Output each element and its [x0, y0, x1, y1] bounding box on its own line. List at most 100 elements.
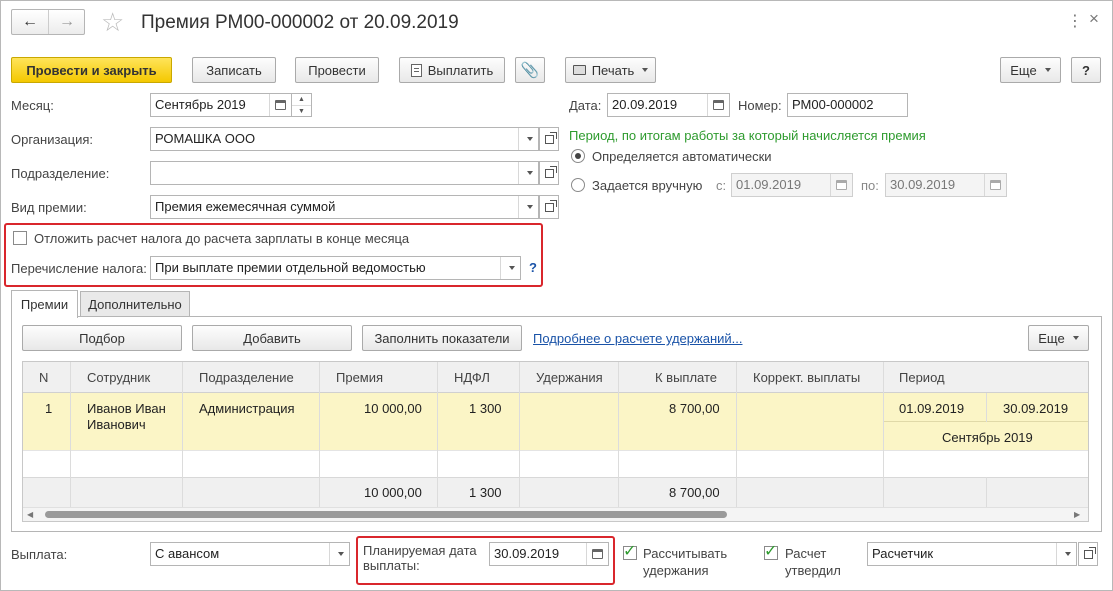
payment-field[interactable]: С авансом [150, 542, 350, 566]
pick-button[interactable]: Подбор [22, 325, 182, 351]
horizontal-scrollbar[interactable]: ◀ ▶ [23, 507, 1088, 521]
tax-help-link[interactable]: ? [529, 260, 537, 275]
month-stepper[interactable]: ▲ ▼ [291, 93, 312, 117]
col-header-to-pay[interactable]: К выплате [655, 370, 717, 385]
col-header-n[interactable]: N [39, 370, 48, 385]
pay-document-icon [410, 63, 422, 77]
period-to-field[interactable]: 30.09.2019 [885, 173, 1007, 197]
period-from-calendar-button[interactable] [830, 174, 852, 196]
department-open-button[interactable] [539, 161, 559, 185]
calc-approved-label-2: утвердил [785, 563, 841, 578]
period-from-field[interactable]: 01.09.2019 [731, 173, 853, 197]
print-button[interactable]: Печать [565, 57, 656, 83]
forward-arrow-icon[interactable]: → [49, 10, 85, 34]
checkmark-icon: ✓ [623, 543, 637, 560]
checkmark-icon: ✓ [764, 543, 778, 560]
col-header-deductions[interactable]: Удержания [536, 370, 603, 385]
post-label: Провести [308, 62, 366, 78]
add-button[interactable]: Добавить [192, 325, 352, 351]
chevron-down-icon [1064, 552, 1071, 556]
paperclip-icon: 📎 [520, 62, 540, 79]
post-and-close-label: Провести и закрыть [26, 62, 157, 78]
department-field[interactable] [150, 161, 539, 185]
month-calendar-button[interactable] [269, 94, 291, 116]
department-dropdown-button[interactable] [518, 162, 538, 184]
printer-icon [572, 65, 586, 75]
open-external-icon [544, 199, 557, 212]
planned-date-field[interactable]: 30.09.2019 [489, 542, 609, 566]
pay-label: Выплатить [427, 62, 494, 78]
date-label: Дата: [569, 98, 602, 113]
date-calendar-button[interactable] [707, 94, 729, 116]
post-and-close-button[interactable]: Провести и закрыть [11, 57, 172, 83]
pay-button[interactable]: Выплатить [399, 57, 505, 83]
post-button[interactable]: Провести [295, 57, 379, 83]
bonus-type-dropdown-button[interactable] [518, 196, 538, 218]
tab-additional[interactable]: Дополнительно [80, 291, 190, 317]
bonus-type-value: Премия ежемесячная суммой [155, 199, 336, 214]
col-divider [319, 362, 320, 507]
tax-transfer-dropdown-button[interactable] [500, 257, 520, 279]
approver-value: Расчетчик [872, 546, 934, 561]
payment-label: Выплата: [11, 547, 68, 562]
deductions-details-link[interactable]: Подробнее о расчете удержаний... [533, 331, 743, 346]
more-button[interactable]: Еще [1000, 57, 1061, 83]
total-to-pay: 8 700,00 [669, 485, 720, 500]
tab-bonuses[interactable]: Премии [11, 290, 78, 318]
period-manual-radio[interactable] [571, 178, 585, 192]
number-label: Номер: [738, 98, 782, 113]
favorite-star-icon[interactable]: ☆ [101, 7, 124, 37]
scroll-right-icon[interactable]: ▶ [1074, 510, 1080, 519]
defer-tax-checkbox[interactable] [13, 231, 27, 245]
number-field[interactable]: РМ00-000002 [787, 93, 908, 117]
col-header-correction[interactable]: Коррект. выплаты [753, 370, 860, 385]
month-down-icon[interactable]: ▼ [292, 105, 311, 116]
open-external-icon [1083, 546, 1096, 559]
help-label: ? [1082, 62, 1090, 78]
organization-dropdown-button[interactable] [518, 128, 538, 150]
period-auto-radio[interactable] [571, 149, 585, 163]
payment-dropdown-button[interactable] [329, 543, 349, 565]
table-more-button[interactable]: Еще [1028, 325, 1089, 351]
approver-field[interactable]: Расчетчик [867, 542, 1077, 566]
help-button[interactable]: ? [1071, 57, 1101, 83]
bonus-type-open-button[interactable] [539, 195, 559, 219]
col-header-department[interactable]: Подразделение [199, 370, 294, 385]
more-label: Еще [1010, 62, 1037, 78]
month-field[interactable]: Сентябрь 2019 [150, 93, 292, 117]
col-divider [70, 362, 71, 507]
col-divider [986, 477, 987, 507]
col-header-period[interactable]: Период [899, 370, 945, 385]
more-menu-icon[interactable]: ⋮ [1067, 11, 1083, 31]
col-header-ndfl[interactable]: НДФЛ [454, 370, 490, 385]
scrollbar-thumb[interactable] [45, 511, 727, 518]
bonus-type-field[interactable]: Премия ежемесячная суммой [150, 195, 539, 219]
organization-open-button[interactable] [539, 127, 559, 151]
close-icon[interactable]: × [1089, 9, 1099, 29]
back-arrow-icon[interactable]: ← [12, 10, 49, 34]
month-up-icon[interactable]: ▲ [292, 94, 311, 105]
attach-button[interactable]: 📎 [515, 57, 545, 83]
period-to-calendar-button[interactable] [984, 174, 1006, 196]
col-divider [618, 362, 619, 507]
approver-open-button[interactable] [1078, 542, 1098, 566]
col-header-bonus[interactable]: Премия [336, 370, 383, 385]
period-title: Период, по итогам работы за который начи… [569, 128, 926, 143]
nav-back-forward: ← → [11, 9, 85, 35]
tax-transfer-label: Перечисление налога: [11, 261, 147, 276]
fill-indicators-button[interactable]: Заполнить показатели [362, 325, 522, 351]
period-to-label: по: [861, 178, 879, 193]
organization-field[interactable]: РОМАШКА ООО [150, 127, 539, 151]
approver-dropdown-button[interactable] [1056, 543, 1076, 565]
date-field[interactable]: 20.09.2019 [607, 93, 730, 117]
total-bonus: 10 000,00 [364, 485, 422, 500]
col-divider [519, 362, 520, 507]
table-more-label: Еще [1038, 330, 1065, 346]
planned-date-calendar-button[interactable] [586, 543, 608, 565]
fill-indicators-label: Заполнить показатели [374, 330, 510, 346]
col-header-employee[interactable]: Сотрудник [87, 370, 150, 385]
scroll-left-icon[interactable]: ◀ [27, 510, 33, 519]
tax-transfer-field[interactable]: При выплате премии отдельной ведомостью [150, 256, 521, 280]
period-auto-label: Определяется автоматически [592, 149, 772, 164]
save-button[interactable]: Записать [192, 57, 276, 83]
